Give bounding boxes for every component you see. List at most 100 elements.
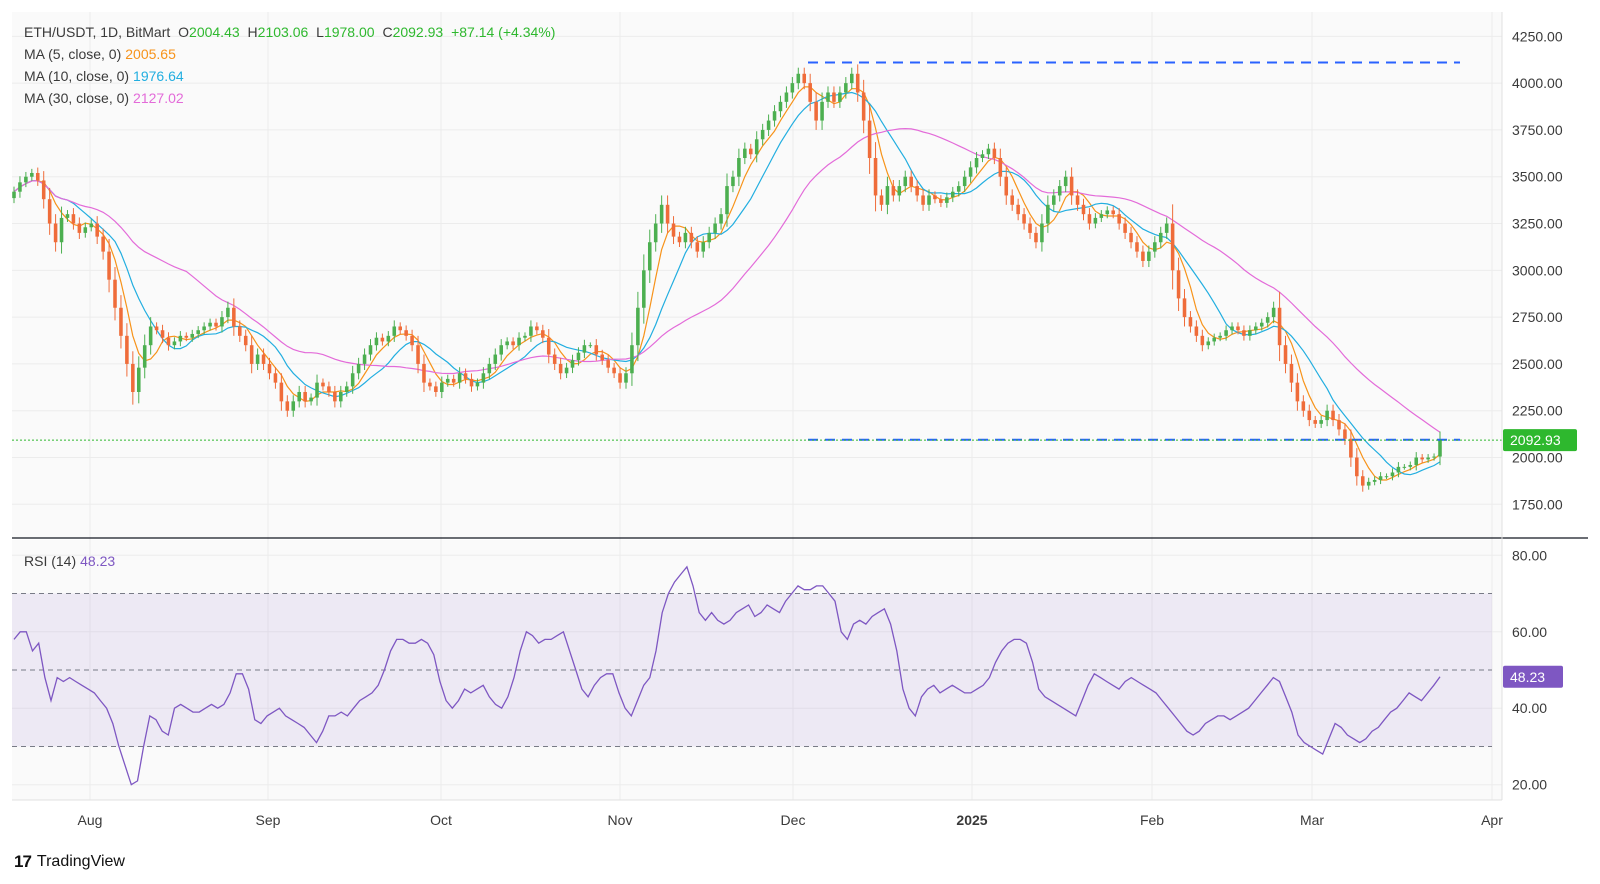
candle-body: [315, 382, 319, 398]
candle-body: [814, 101, 818, 121]
candle-body: [333, 391, 337, 402]
candle-body: [731, 176, 735, 187]
rsi-tick-label: 20.00: [1512, 777, 1547, 793]
candle-body: [992, 148, 997, 159]
rsi-label: RSI (14): [24, 553, 77, 569]
candle-body: [1438, 440, 1442, 457]
candle-body: [861, 92, 866, 121]
candle-body: [1366, 481, 1371, 486]
candle-body: [1254, 326, 1258, 331]
candle-body: [790, 83, 795, 93]
candle-body: [725, 186, 729, 215]
candle-body: [867, 120, 872, 159]
rsi-tick-label: 80.00: [1512, 547, 1547, 563]
candle-body: [1390, 472, 1395, 477]
candle-body: [707, 232, 711, 243]
ma5-label: MA (5, close, 0): [24, 46, 122, 62]
candle-body: [665, 204, 670, 224]
candle-body: [214, 322, 218, 327]
candle-body: [933, 195, 937, 200]
candle-body: [1307, 410, 1312, 421]
candle-body: [172, 341, 177, 346]
candle-body: [35, 172, 40, 181]
candle-body: [166, 337, 171, 346]
brand-name: TradingView: [36, 853, 125, 870]
candle-body: [897, 186, 902, 196]
candle-body: [1349, 438, 1353, 458]
candle-body: [630, 345, 634, 374]
candle-body: [802, 73, 807, 84]
candle-body: [653, 223, 658, 243]
candle-body: [398, 326, 402, 331]
candle-body: [1188, 317, 1193, 327]
change-value: +87.14 (+4.34%): [451, 24, 556, 40]
candle-body: [1236, 326, 1240, 331]
candle-body: [891, 186, 896, 196]
candle-body: [136, 367, 141, 392]
candle-body: [1129, 232, 1133, 243]
candle-body: [980, 154, 985, 159]
candle-body: [1046, 204, 1050, 224]
candle-body: [89, 223, 94, 228]
candle-body: [1176, 270, 1181, 299]
candle-body: [493, 354, 498, 364]
candle-body: [1040, 223, 1044, 243]
candle-body: [1111, 210, 1115, 215]
y-tick-label: 2500.00: [1512, 356, 1563, 372]
candle-body: [428, 382, 432, 387]
candle-body: [1277, 307, 1282, 346]
candle-body: [1271, 307, 1276, 318]
candle-body: [903, 176, 908, 187]
candle-body: [190, 333, 195, 338]
candle-body: [279, 382, 284, 402]
candle-body: [434, 386, 438, 392]
candle-body: [327, 386, 331, 392]
candle-body: [689, 232, 694, 243]
candle-body: [148, 326, 153, 346]
candle-body: [255, 354, 260, 364]
x-tick-label: Apr: [1481, 812, 1503, 828]
candle-body: [558, 363, 563, 374]
y-tick-label: 2000.00: [1512, 450, 1563, 466]
candle-body: [582, 345, 587, 353]
y-tick-label: 2250.00: [1512, 403, 1563, 419]
candle-body: [119, 307, 123, 336]
candle-body: [962, 176, 967, 187]
candle-body: [968, 167, 973, 177]
candle-body: [748, 148, 753, 155]
candle-body: [820, 101, 824, 121]
high-value: 2103.06: [257, 24, 309, 40]
candle-body: [939, 199, 943, 203]
candle-body: [701, 242, 706, 252]
y-tick-label: 3250.00: [1512, 216, 1563, 232]
candle-body: [1248, 330, 1252, 336]
candle-body: [1212, 337, 1216, 342]
candle-body: [291, 401, 296, 411]
candle-body: [309, 397, 313, 402]
candle-body: [1093, 217, 1098, 224]
candle-body: [541, 330, 545, 338]
candle-body: [1355, 457, 1359, 477]
x-tick-label: Feb: [1140, 812, 1164, 828]
candle-body: [1052, 195, 1056, 205]
ma30-value: 2127.02: [133, 90, 184, 106]
candle-body: [642, 270, 646, 308]
candle-body: [647, 242, 652, 271]
candle-body: [1259, 322, 1264, 327]
y-tick-label: 3750.00: [1512, 122, 1563, 138]
candle-body: [1313, 420, 1318, 424]
candle-body: [1396, 466, 1401, 473]
candle-body: [511, 341, 515, 346]
candle-body: [612, 367, 616, 374]
candle-body: [517, 337, 521, 346]
candle-body: [297, 391, 301, 402]
candle-body: [125, 335, 129, 364]
ma10-label: MA (10, close, 0): [24, 68, 130, 84]
candle-body: [113, 279, 117, 308]
candle-body: [1402, 466, 1407, 468]
candle-body: [374, 337, 379, 346]
tradingview-brand[interactable]: 17 TradingView: [14, 852, 125, 872]
candle-body: [606, 360, 610, 368]
candle-body: [1158, 232, 1163, 243]
candle-body: [499, 345, 503, 355]
